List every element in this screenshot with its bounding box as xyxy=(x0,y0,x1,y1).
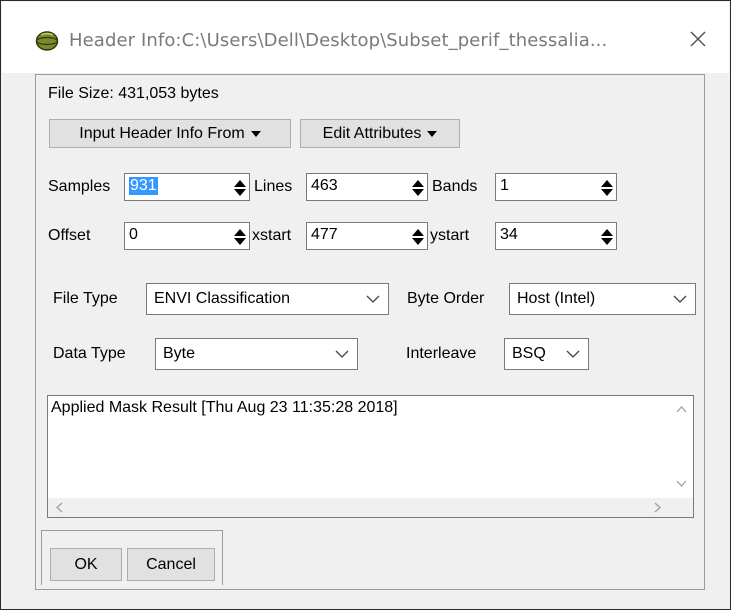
offset-value[interactable]: 0 xyxy=(129,226,138,244)
header-info-panel: File Size: 431,053 bytes Input Header In… xyxy=(35,74,705,590)
bands-label: Bands xyxy=(432,178,478,195)
ystart-label: ystart xyxy=(430,227,470,244)
byte-order-label: Byte Order xyxy=(407,290,485,307)
scroll-down-icon[interactable] xyxy=(676,478,687,489)
scroll-right-icon[interactable] xyxy=(652,502,663,513)
xstart-label: xstart xyxy=(252,227,292,244)
interleave-select[interactable]: BSQ xyxy=(504,338,589,370)
file-type-select[interactable]: ENVI Classification xyxy=(146,283,389,315)
ystart-value[interactable]: 34 xyxy=(500,226,518,244)
scrollbar-corner xyxy=(670,498,693,517)
chevron-down-icon xyxy=(366,295,380,303)
samples-label: Samples xyxy=(48,178,111,195)
cancel-button[interactable]: Cancel xyxy=(127,548,215,581)
chevron-down-icon xyxy=(335,350,349,358)
offset-spinner[interactable]: 0 xyxy=(124,222,250,250)
vertical-scrollbar[interactable] xyxy=(670,396,693,498)
description-textarea[interactable]: Applied Mask Result [Thu Aug 23 11:35:28… xyxy=(47,395,694,518)
edit-attributes-menu[interactable]: Edit Attributes xyxy=(300,119,460,148)
ystart-spinner[interactable]: 34 xyxy=(495,222,617,250)
spin-arrows-icon[interactable] xyxy=(233,179,247,197)
spin-arrows-icon[interactable] xyxy=(411,179,425,197)
title-bar[interactable]: Header Info:C:\Users\Dell\Desktop\Subset… xyxy=(2,2,729,73)
description-text[interactable]: Applied Mask Result [Thu Aug 23 11:35:28… xyxy=(51,399,398,417)
xstart-value[interactable]: 477 xyxy=(311,226,338,244)
samples-value[interactable]: 931 xyxy=(129,177,158,195)
spin-arrows-icon[interactable] xyxy=(600,228,614,246)
ok-button[interactable]: OK xyxy=(50,548,122,581)
data-type-label: Data Type xyxy=(53,345,126,362)
bands-spinner[interactable]: 1 xyxy=(495,173,617,201)
scroll-up-icon[interactable] xyxy=(676,404,687,415)
button-bar: OK Cancel xyxy=(41,530,223,585)
dropdown-triangle-icon xyxy=(427,130,438,137)
xstart-spinner[interactable]: 477 xyxy=(306,222,428,250)
dropdown-triangle-icon xyxy=(250,130,261,137)
spin-arrows-icon[interactable] xyxy=(411,228,425,246)
close-icon[interactable] xyxy=(685,26,711,52)
interleave-label: Interleave xyxy=(406,345,477,362)
samples-spinner[interactable]: 931 xyxy=(124,173,250,201)
interleave-value: BSQ xyxy=(512,345,546,362)
file-type-label: File Type xyxy=(53,290,118,307)
input-header-info-menu[interactable]: Input Header Info From xyxy=(49,119,291,148)
data-type-select[interactable]: Byte xyxy=(155,338,358,370)
dialog-window: Header Info:C:\Users\Dell\Desktop\Subset… xyxy=(0,0,731,610)
bands-value[interactable]: 1 xyxy=(500,177,509,195)
file-size-label: File Size: 431,053 bytes xyxy=(48,85,219,102)
app-globe-icon xyxy=(35,31,59,51)
byte-order-value: Host (Intel) xyxy=(517,290,596,307)
file-type-value: ENVI Classification xyxy=(154,290,291,307)
lines-label: Lines xyxy=(254,178,293,195)
offset-label: Offset xyxy=(48,227,91,244)
input-header-info-label: Input Header Info From xyxy=(79,124,245,142)
lines-value[interactable]: 463 xyxy=(311,177,338,195)
data-type-value: Byte xyxy=(163,345,196,362)
byte-order-select[interactable]: Host (Intel) xyxy=(509,283,696,315)
spin-arrows-icon[interactable] xyxy=(600,179,614,197)
horizontal-scrollbar[interactable] xyxy=(48,498,670,517)
chevron-down-icon xyxy=(566,350,580,358)
window-title: Header Info:C:\Users\Dell\Desktop\Subset… xyxy=(69,30,608,51)
lines-spinner[interactable]: 463 xyxy=(306,173,428,201)
chevron-down-icon xyxy=(673,295,687,303)
spin-arrows-icon[interactable] xyxy=(233,228,247,246)
scroll-left-icon[interactable] xyxy=(54,502,65,513)
edit-attributes-label: Edit Attributes xyxy=(322,124,422,142)
